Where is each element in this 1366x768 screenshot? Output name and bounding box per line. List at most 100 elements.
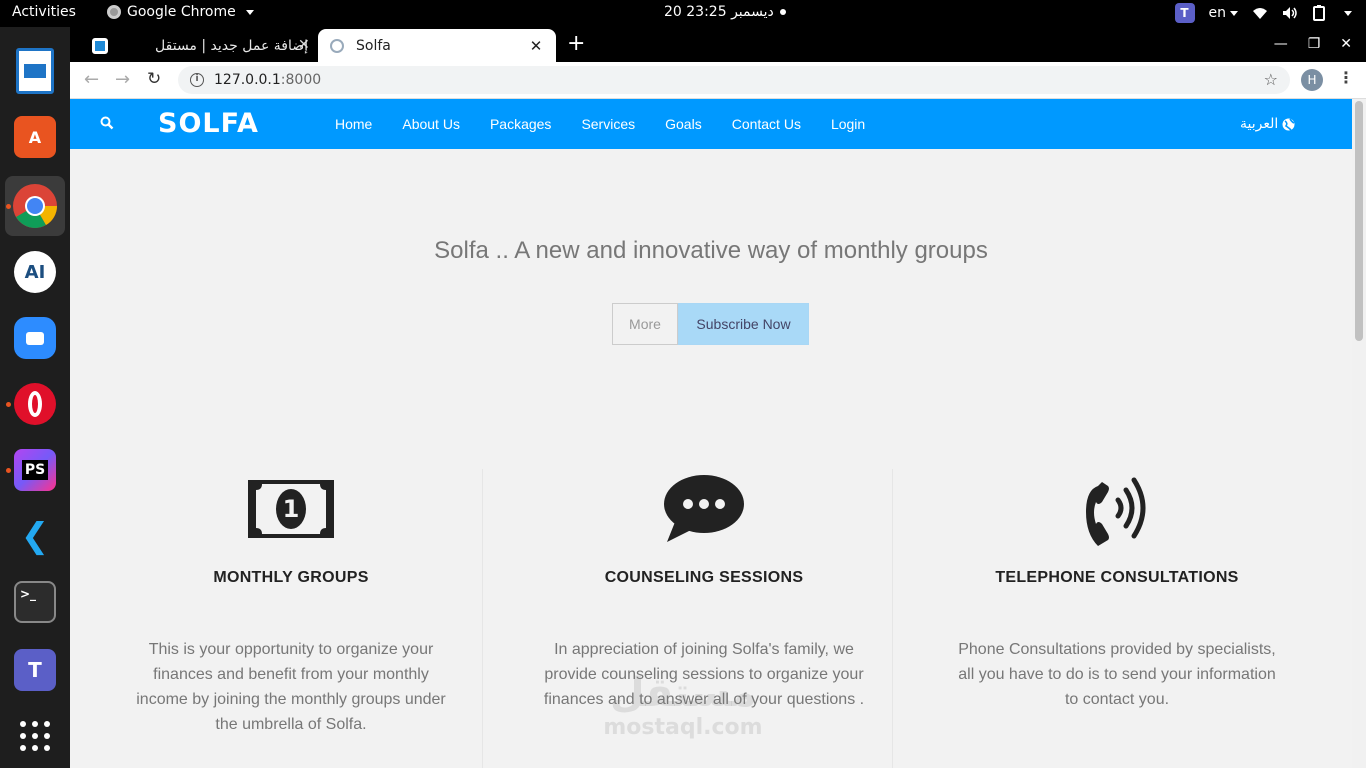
feature-description: Phone Consultations provided by speciali… [958, 641, 1276, 708]
feature-monthly-groups: 1 MONTHLY GROUPS This is your opportunit… [101, 459, 481, 737]
opera-icon [14, 383, 56, 425]
url-port: :8000 [280, 72, 322, 88]
dock-item-terminal[interactable]: >_ [5, 572, 65, 632]
app-menu[interactable]: Google Chrome [107, 4, 254, 20]
mostaql-favicon-icon [92, 37, 108, 54]
feature-title: MONTHLY GROUPS [213, 569, 369, 586]
nav-services[interactable]: Services [581, 116, 635, 132]
wifi-icon[interactable] [1252, 6, 1268, 20]
nav-packages[interactable]: Packages [490, 116, 551, 132]
input-language[interactable]: en [1208, 5, 1238, 21]
phone-volume-icon [1086, 477, 1146, 546]
svg-text:1: 1 [283, 495, 300, 523]
watermark-arabic: مستقل [609, 670, 757, 716]
money-bill-icon: 1 [248, 480, 334, 538]
running-indicator [6, 468, 11, 473]
system-tray: T en [1174, 3, 1352, 23]
running-indicator [6, 204, 11, 209]
google-chrome-icon [13, 184, 57, 228]
dock-item-vscode[interactable]: ❮ [5, 506, 65, 566]
browser-menu-icon[interactable]: ⋮ [1338, 68, 1354, 87]
language-switch-label: العربية [1240, 116, 1279, 132]
tab-title: إضافة عمل جديد | مستقل [155, 37, 308, 54]
power-icon[interactable] [1312, 5, 1326, 21]
bookmark-star-icon[interactable]: ☆ [1264, 70, 1278, 89]
feature-title: COUNSELING SESSIONS [604, 569, 804, 586]
watermark-latin: mostaql.com [603, 715, 763, 740]
terminal-icon: >_ [14, 581, 56, 623]
browser-toolbar: ← → ↻ i 127.0.0.1:8000 ☆ [70, 62, 1366, 99]
libreoffice-draw-icon [16, 48, 54, 94]
app-grid-icon [20, 721, 50, 751]
dock-item-libreoffice-draw[interactable] [5, 41, 65, 101]
feature-divider [482, 469, 483, 768]
forward-arrow-icon[interactable]: → [115, 69, 130, 90]
scrollbar-thumb[interactable] [1355, 101, 1363, 341]
mostaql-watermark: مستقل mostaql.com [598, 671, 768, 740]
running-indicator [6, 402, 11, 407]
site-nav-links: Home About Us Packages Services Goals Co… [335, 116, 865, 132]
maximize-icon[interactable]: ❐ [1308, 36, 1321, 52]
site-info-icon[interactable]: i [190, 73, 204, 87]
clock[interactable]: 20 ديسمبر 23:25 [664, 4, 786, 20]
site-navbar: SOLFA Home About Us Packages Services Go… [70, 99, 1352, 149]
clock-label: 20 ديسمبر 23:25 [664, 4, 774, 20]
nav-goals[interactable]: Goals [665, 116, 702, 132]
nav-login[interactable]: Login [831, 116, 865, 132]
phpstorm-icon: PS [14, 449, 56, 491]
app-menu-label: Google Chrome [127, 4, 236, 20]
close-window-icon[interactable]: ✕ [1340, 36, 1352, 52]
close-tab-icon[interactable]: ✕ [528, 37, 544, 55]
url-host: 127.0.0.1 [214, 72, 281, 88]
nav-home[interactable]: Home [335, 116, 372, 132]
new-tab-button[interactable]: + [567, 33, 585, 55]
tab-mostaql[interactable]: إضافة عمل جديد | مستقل [80, 29, 320, 62]
subscribe-now-button[interactable]: Subscribe Now [678, 303, 809, 345]
window-controls: — ❐ ✕ [1274, 36, 1352, 52]
hero-title: Solfa .. A new and innovative way of mon… [434, 237, 988, 264]
teams-icon: T [14, 649, 56, 691]
globe-icon [1282, 118, 1295, 131]
system-top-bar: Activities Google Chrome 20 ديسمبر 23:25… [0, 0, 1366, 27]
close-tab-icon[interactable]: ✕ [298, 37, 310, 53]
page-scrollbar[interactable] [1352, 99, 1366, 768]
dock: A AI PS ❮ >_ T [0, 27, 70, 768]
feature-title: TELEPHONE CONSULTATIONS [995, 569, 1239, 586]
chrome-app-icon [107, 5, 121, 19]
language-switch[interactable]: العربية [1240, 116, 1295, 132]
android-studio-icon: AI [14, 251, 56, 293]
chevron-down-icon[interactable] [1344, 10, 1352, 16]
more-button[interactable]: More [612, 303, 678, 345]
tab-title: Solfa [356, 37, 391, 54]
back-arrow-icon[interactable]: ← [84, 69, 99, 90]
dock-item-android-studio[interactable]: AI [5, 242, 65, 302]
nav-contact-us[interactable]: Contact Us [732, 116, 801, 132]
profile-avatar[interactable]: H [1301, 69, 1323, 91]
minimize-icon[interactable]: — [1274, 36, 1288, 52]
dock-item-opera[interactable] [5, 374, 65, 434]
chat-bubble-icon [664, 475, 744, 542]
site-logo[interactable]: SOLFA [158, 108, 259, 139]
activities-button[interactable]: Activities [12, 4, 76, 20]
chevron-down-icon [245, 9, 254, 15]
dock-item-google-chrome[interactable] [5, 176, 65, 236]
vscode-icon: ❮ [20, 516, 50, 556]
tab-solfa[interactable]: Solfa ✕ [318, 29, 556, 62]
software-center-icon: A [14, 116, 56, 158]
dock-item-phpstorm[interactable]: PS [5, 440, 65, 500]
show-applications-button[interactable] [5, 706, 65, 766]
zoom-icon [14, 317, 56, 359]
feature-description: This is your opportunity to organize you… [136, 641, 446, 733]
nav-about-us[interactable]: About Us [402, 116, 460, 132]
dock-item-teams[interactable]: T [5, 640, 65, 700]
input-language-label: en [1208, 5, 1227, 21]
loading-favicon-icon [330, 38, 344, 53]
teams-tray-icon[interactable]: T [1174, 3, 1195, 23]
search-icon[interactable] [100, 116, 114, 130]
dock-item-zoom[interactable] [5, 308, 65, 368]
volume-icon[interactable] [1282, 6, 1298, 20]
reload-icon[interactable]: ↻ [147, 69, 161, 89]
feature-telephone-consultations: TELEPHONE CONSULTATIONS Phone Consultati… [927, 459, 1307, 712]
dock-item-software-center[interactable]: A [5, 107, 65, 167]
address-bar[interactable]: i 127.0.0.1:8000 ☆ [178, 66, 1290, 94]
